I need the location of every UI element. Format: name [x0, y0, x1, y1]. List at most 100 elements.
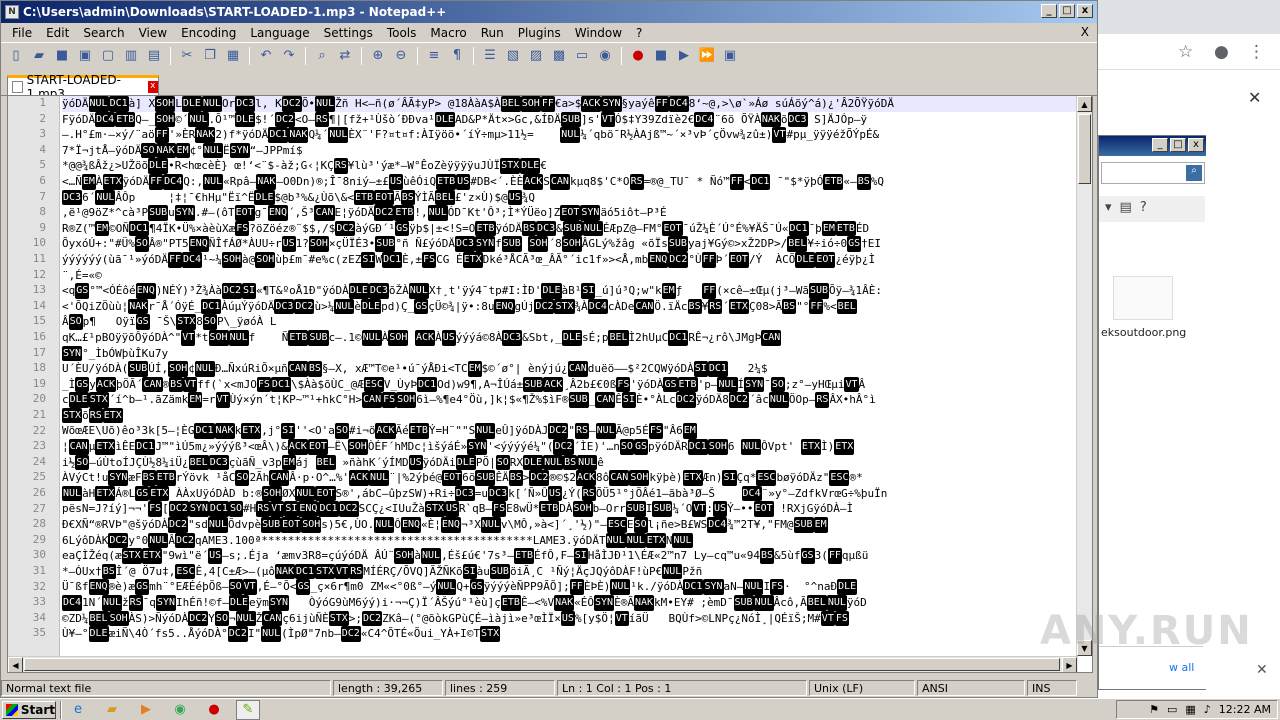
code-line[interactable]: ,ë¹@9öZ*^cà³P SUB u SYN .#–(ôT EOT g¯ ENQ ´,Š³ CA…: [62, 205, 1076, 221]
folder-workspace-icon[interactable]: ▭: [571, 45, 593, 67]
open-file-icon[interactable]: ▰: [28, 45, 50, 67]
code-line[interactable]: STX õ RS ETX: [62, 407, 1076, 424]
zoom-in-icon[interactable]: ⊕: [367, 45, 389, 67]
cut-icon[interactable]: ✂: [176, 45, 198, 67]
code-line[interactable]: FÿóDÄ DC4 ETB Q–_ SOH ©´ NUL .Õ¹™ DLE $!´ DC2 <O– RS…: [62, 111, 1076, 128]
zoom-out-icon[interactable]: ⊖: [390, 45, 412, 67]
code-line[interactable]: NUL àH ETX Á®L GS ETX ÀÀxUÿóDÀD b:® SOH ØX NUL EO…: [62, 485, 1076, 502]
action-center-icon[interactable]: ⚑: [1149, 703, 1159, 716]
code-line[interactable]: 7*Ï¬jtÅ–ÿóDÄ SO NAK EM ¢° NUL Ë SYN “–JPPmí$: [62, 142, 1076, 159]
stop-macro-icon[interactable]: ■: [650, 45, 672, 67]
minimize-button[interactable]: _: [1152, 138, 1168, 152]
function-list-icon[interactable]: ▩: [548, 45, 570, 67]
menu-tools[interactable]: Tools: [380, 26, 424, 40]
file-thumbnail[interactable]: [1113, 276, 1173, 320]
code-line[interactable]: ÿóDÄ NUL DC1 à] X SOH L DLE NUL Or DC3 l, K DC2 Õ• NU…: [62, 96, 1076, 112]
tab-close-icon[interactable]: x: [147, 81, 158, 93]
code-line[interactable]: DC3 6´ NUL ÂÔp ¦‡¦¯€hHµ"Ëï^Ë DLE $@b³%&¿Ùõ\&<…: [62, 189, 1076, 206]
vertical-scrollbar[interactable]: ▲ ▼: [1076, 96, 1092, 656]
horizontal-scroll-thumb[interactable]: [24, 658, 1060, 671]
code-line[interactable]: i½ SO –úÙtoÍJÇÙ½8¼iÜ¿ BEL DC3 çùãÑ_v3p EM áj BE…: [62, 454, 1076, 471]
tab-start-loaded[interactable]: START-LOADED-1.mp3 x: [7, 73, 159, 101]
monitoring-icon[interactable]: ◉: [594, 45, 616, 67]
find-icon[interactable]: ⌕: [311, 45, 333, 67]
indent-guide-icon[interactable]: ☰: [479, 45, 501, 67]
code-line[interactable]: ÀVýCt!u SYN æF BS ETB rÝövk ¹åC SO 2Ãh CAN Â·p·O^…: [62, 470, 1076, 486]
menu-run[interactable]: Run: [474, 26, 511, 40]
code-line[interactable]: ¨,É=«©: [62, 268, 1076, 284]
record-macro-icon[interactable]: ●: [627, 45, 649, 67]
code-line[interactable]: _Ì GS y ACK þÖÃ´ CAN ® BS VT ff(`x<mJO FS DC1 \$Àà$õ…: [62, 376, 1076, 393]
media-player-icon[interactable]: ▶: [134, 700, 158, 720]
menu-view[interactable]: View: [132, 26, 174, 40]
save-icon[interactable]: ■: [51, 45, 73, 67]
language-udl-icon[interactable]: ▧: [502, 45, 524, 67]
play-macro-icon[interactable]: ▶: [673, 45, 695, 67]
vertical-scroll-thumb[interactable]: [1078, 114, 1091, 184]
new-file-icon[interactable]: ▯: [5, 45, 27, 67]
code-line[interactable]: Ü¯ßf ENQ ®è)æ GS mh¨°EÆÉéþÕß– SO VT ,É–°Õ< GS _ç×…: [62, 579, 1076, 595]
close-button[interactable]: x: [1188, 138, 1204, 152]
save-macro-icon[interactable]: ▣: [719, 45, 741, 67]
horizontal-scrollbar[interactable]: ◀ ▶: [8, 656, 1078, 672]
menu-help[interactable]: ?: [629, 26, 649, 40]
code-line[interactable]: eaÇÌŽéq(æ STX ETX "9wì"ë´ US –s;.Éja ‘æmv3R8=…: [62, 548, 1076, 564]
start-button[interactable]: Start: [2, 700, 56, 719]
file-name-label[interactable]: eksoutdoor.png: [1101, 326, 1186, 339]
menu-search[interactable]: Search: [76, 26, 131, 40]
close-file-icon[interactable]: ▢: [97, 45, 119, 67]
code-line[interactable]: 6LýôDÀK DC2 y°0 NUL Â DC2 qAME3.100ª**********…: [62, 532, 1076, 549]
code-line[interactable]: <'ÕQiZÖùù¦ NAK r¯Å´ÓÿÉ_ DC1 ÀúµÝÿóDÄ DC3 DC2 ù>…: [62, 298, 1076, 315]
explorer-folder-icon[interactable]: ▰: [100, 700, 124, 720]
code-line[interactable]: SYN °_ÌbÓWþùÎKu7y: [62, 345, 1076, 362]
doc-map-icon[interactable]: ▨: [525, 45, 547, 67]
close-icon[interactable]: ✕: [1248, 88, 1261, 107]
clock[interactable]: 12:22 AM: [1219, 703, 1271, 716]
code-line[interactable]: WõœÆE\Uõ)êo³3k[5–¦ÈG DC1 NAK k ETX ,j° SI ''<O'…: [62, 423, 1076, 440]
code-line[interactable]: ©ZD¼ BEL SOH ÀS)>ÑýóDÀ DC2 Y SO ¬ NUL Ž CAN ç6ijùÑÈ…: [62, 610, 1076, 627]
code-line[interactable]: –.H°£m·–×ý/¨aö FF '»ÈR NAK 2)f*ÿóDÄ DC1 NAK Q¼´…: [62, 127, 1076, 143]
menu-window[interactable]: Window: [568, 26, 629, 40]
code-line[interactable]: <…Ñ EM À ETX ÿóDÄ FF DC4 Q:, NUL «Rpâ– NAK –O0Dn)®;…: [62, 173, 1076, 190]
code-line[interactable]: ¦ CAN µ ETX ìÊE DC1 J™"ìÚ5m¿»ýýýß³<œÂ\)& ACK EOT…: [62, 439, 1076, 455]
scroll-up-icon[interactable]: ▲: [1077, 96, 1092, 112]
sync-scroll-icon[interactable]: ≡: [423, 45, 445, 67]
scroll-left-icon[interactable]: ◀: [8, 657, 23, 672]
word-wrap-icon[interactable]: ¶: [446, 45, 468, 67]
menu-plugins[interactable]: Plugins: [511, 26, 568, 40]
code-line[interactable]: Ù¥–° DLE æiÑ\4Ò´fs5..ÅýóDÀ° DC2 I" NUL (ÌpØ"7n…: [62, 626, 1076, 642]
menu-edit[interactable]: Edit: [39, 26, 76, 40]
minimize-button[interactable]: _: [1041, 4, 1057, 18]
browser-menu-icon[interactable]: ⋮: [1248, 42, 1265, 62]
notepadpp-taskbar-icon[interactable]: ✎: [236, 699, 260, 720]
scroll-right-icon[interactable]: ▶: [1062, 657, 1077, 672]
code-line[interactable]: *@@¾ßÂž¿>UŽöõ DLE •R<hœcèÈ} œ!‘<¨$-àž;G‹¦K…: [62, 158, 1076, 174]
run-macro-multiple-icon[interactable]: ⏩: [696, 45, 718, 67]
close-button[interactable]: x: [1077, 4, 1093, 18]
code-line[interactable]: Â SO p¶ Oÿï GS ¯Š\ STX 8 SO P\_ÿøóÀ L: [62, 314, 1076, 330]
replace-icon[interactable]: ⇄: [334, 45, 356, 67]
display-icon[interactable]: ▭: [1167, 703, 1177, 716]
notification-close-icon[interactable]: ✕: [1256, 662, 1268, 678]
close-all-icon[interactable]: ▥: [120, 45, 142, 67]
chrome-icon[interactable]: ◉: [168, 700, 192, 720]
menu-macro[interactable]: Macro: [423, 26, 473, 40]
menu-language[interactable]: Language: [243, 26, 316, 40]
save-all-icon[interactable]: ▣: [74, 45, 96, 67]
bookmark-star-icon[interactable]: ☆: [1178, 42, 1193, 62]
editor-area[interactable]: 1 2 3 4 5 6 7 8 9 10 11 12 13 14 15 16 17 18 19 20 21 22 23 24 2…: [7, 95, 1093, 673]
maximize-button[interactable]: □: [1170, 138, 1186, 152]
search-icon[interactable]: ⌕: [1186, 165, 1202, 181]
code-text[interactable]: ÿóDÄ NUL DC1 à] X SOH L DLE NUL Or DC3 l, K DC2 Õ• NU…: [62, 96, 1076, 656]
code-line[interactable]: qK…£¹pBOÿÿõÔÿóDÀ^" VT *t SOH NUL f Ñ ETB SUB c–.…: [62, 329, 1076, 346]
code-line[interactable]: pësN=J?íý]¬¬' FS[DC2 SYN DC1 SO #H RS VT SI ENQ DC…: [62, 501, 1076, 518]
code-line[interactable]: Ð€XÑ“®RVÞ"@šÿóDÀ DC2 "sd NUL Õdvpè SUB EOT SOH s…: [62, 517, 1076, 533]
undo-icon[interactable]: ↶: [255, 45, 277, 67]
preview-pane-icon[interactable]: ▤: [1120, 200, 1132, 218]
code-line[interactable]: R®Z(™ EM ©OÑ DC1 ¶4ÏK•Ü%×àèùXæ FS ?öZöéz®¨$$,/…: [62, 220, 1076, 237]
code-line[interactable]: ÕyxóÚ+:"#Ü% SO Â®"PT5 ENQ ÑÎfÁØ*ÀUU÷r US 1? SOH…: [62, 236, 1076, 252]
copy-icon[interactable]: ❐: [199, 45, 221, 67]
code-line[interactable]: ýýýýýý(ùã¯¹»ýóDÄ FF DC4 ¹~¼ SOH à@ SOH ùþ£m¯#e%…: [62, 251, 1076, 268]
show-all-link[interactable]: w all: [1169, 661, 1194, 674]
close-document-button[interactable]: X: [1081, 25, 1089, 39]
